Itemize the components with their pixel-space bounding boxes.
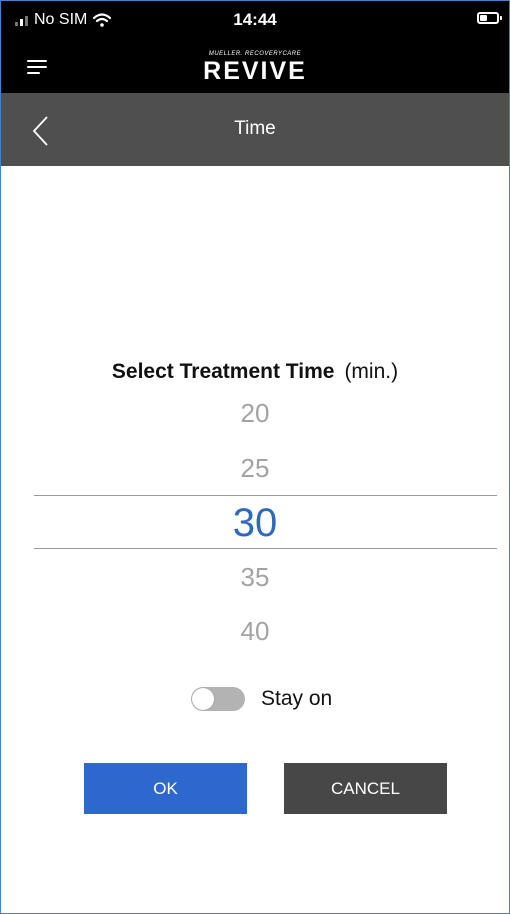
ok-button[interactable]: OK bbox=[84, 763, 247, 814]
picker-option-20[interactable]: 20 bbox=[1, 398, 509, 429]
page-title: Time bbox=[234, 118, 276, 139]
status-time: 14:44 bbox=[233, 10, 277, 29]
app-header: No SIM 14:44 MUELLER. RECOVERYCARE REVIV… bbox=[1, 1, 509, 93]
app-screen: No SIM 14:44 MUELLER. RECOVERYCARE REVIV… bbox=[0, 0, 510, 914]
picker-selection-bottom-line bbox=[34, 548, 497, 549]
picker-option-30-selected[interactable]: 30 bbox=[1, 501, 509, 546]
picker-title: Select Treatment Time (min.) bbox=[1, 360, 509, 384]
picker-title-text: Select Treatment Time bbox=[111, 360, 335, 383]
picker-option-25[interactable]: 25 bbox=[1, 453, 509, 484]
treatment-time-picker[interactable]: 20 25 30 35 40 bbox=[1, 391, 509, 659]
stay-on-toggle[interactable] bbox=[191, 687, 245, 711]
revive-logo: MUELLER. RECOVERYCARE REVIVE bbox=[1, 51, 509, 84]
picker-option-35[interactable]: 35 bbox=[1, 562, 509, 593]
stay-on-toggle-row[interactable]: Stay on bbox=[191, 687, 332, 711]
picker-selection-top-line bbox=[34, 495, 497, 496]
cancel-button[interactable]: CANCEL bbox=[284, 763, 447, 814]
picker-unit: (min.) bbox=[344, 360, 399, 383]
nav-bar: Time bbox=[1, 93, 509, 166]
picker-option-40[interactable]: 40 bbox=[1, 616, 509, 647]
logo-wordmark: REVIVE bbox=[203, 57, 307, 85]
battery-icon bbox=[477, 12, 502, 24]
toggle-knob bbox=[192, 688, 214, 710]
stay-on-label: Stay on bbox=[261, 687, 333, 710]
